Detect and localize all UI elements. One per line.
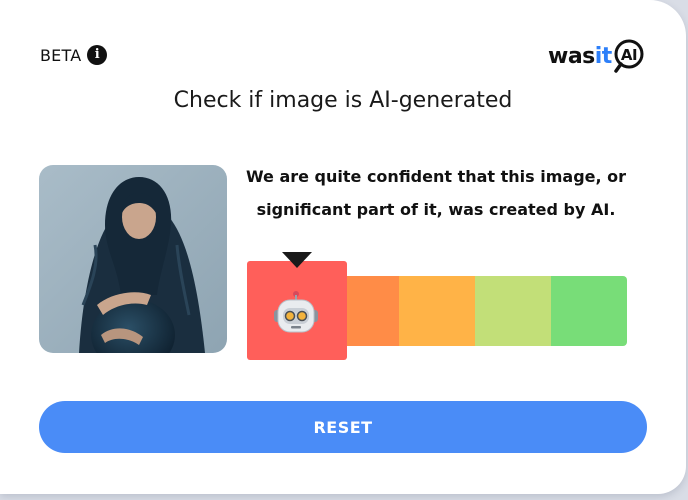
indicator-pointer-icon xyxy=(282,252,312,268)
meter-segment-5 xyxy=(551,276,627,346)
verdict-line-1: We are quite confident that this image, … xyxy=(245,167,627,186)
robot-icon xyxy=(274,291,318,333)
logo-text-it: it xyxy=(594,43,613,69)
info-icon[interactable]: i xyxy=(87,45,108,65)
logo-text-was: was xyxy=(548,43,595,69)
uploaded-image-thumbnail xyxy=(39,165,227,353)
logo-badge-text: AI xyxy=(621,46,637,64)
verdict-line-2: significant part of it, was created by A… xyxy=(256,200,616,219)
beta-label: BETA xyxy=(40,45,82,65)
beta-badge: BETA i xyxy=(40,45,108,65)
verdict-text: We are quite confident that this image, … xyxy=(240,160,632,226)
meter-segment-3 xyxy=(399,276,475,346)
page-title: Check if image is AI-generated xyxy=(173,88,513,113)
reset-button[interactable]: RESET xyxy=(39,401,647,453)
wasitai-logo[interactable]: was it AI xyxy=(548,38,647,74)
meter-segment-4 xyxy=(475,276,551,346)
result-card: BETA i was it AI Check if image is AI-ge… xyxy=(0,0,686,494)
logo-ai-magnifier-icon: AI xyxy=(614,39,644,73)
